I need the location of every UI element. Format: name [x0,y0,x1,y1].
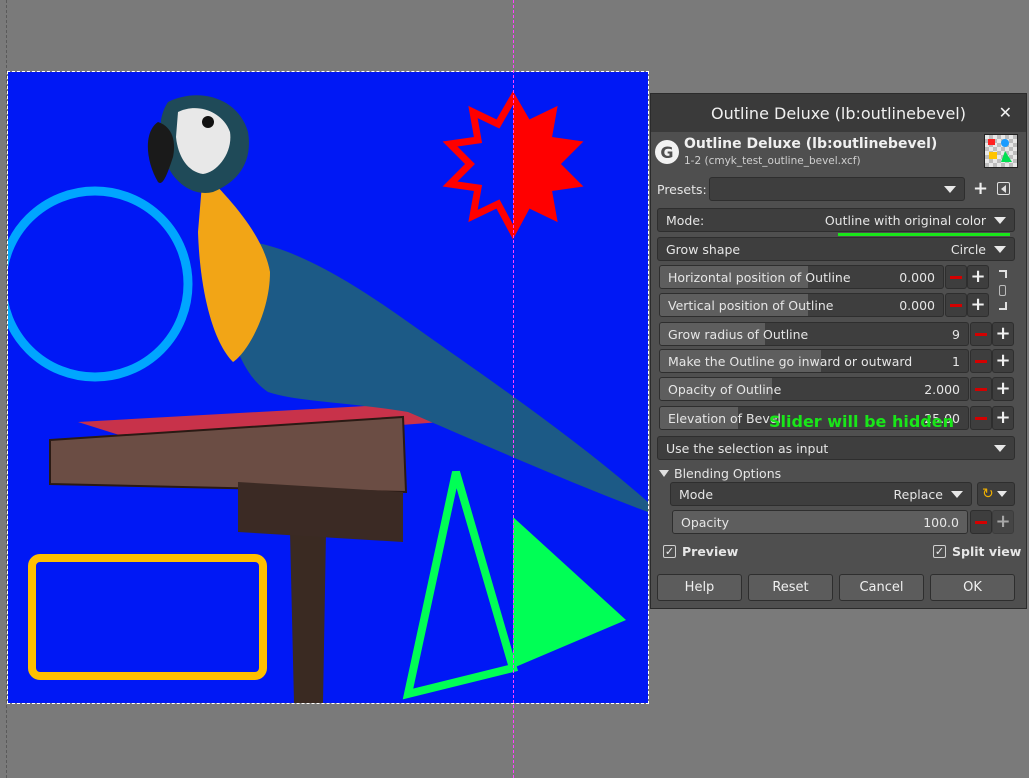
vertical-plus-button[interactable]: + [967,293,989,317]
dropdown-arrow-icon [994,444,1006,452]
split-view-label: Split view [952,544,1022,559]
minus-icon [975,387,987,391]
annotation-note: Slider will be hidden [769,412,954,431]
help-button[interactable]: Help [657,574,742,601]
selection-input-value: Use the selection as input [666,440,829,456]
blend-mode-value: Replace [893,486,943,502]
mode-combo[interactable]: Mode: Outline with original color [657,208,1015,232]
minus-icon [950,275,962,279]
yellow-rectangle-outline [28,554,267,680]
opacity-plus-button[interactable]: + [992,377,1014,401]
left-ruler-guide [0,0,7,778]
minus-icon [950,303,962,307]
vertical-position-slider[interactable]: Vertical position of Outline 0.000 [659,293,944,317]
reset-icon: ↻ [982,486,994,502]
minus-icon [975,359,987,363]
minus-icon [975,520,987,524]
green-triangle-outline [402,470,519,700]
perch-underside [238,482,403,542]
plus-icon: + [995,378,1011,399]
plus-icon: + [995,350,1011,371]
outline-deluxe-dialog: Outline Deluxe (lb:outlinebevel) ✕ G Out… [650,93,1027,609]
expander-triangle-icon [659,470,669,477]
red-star-filled [513,98,576,232]
save-preset-icon[interactable] [997,182,1010,195]
checkbox-icon: ✓ [934,545,945,558]
parrot-eye [202,116,214,128]
gimp-logo-icon: G [655,140,679,164]
inward-minus-button[interactable] [970,349,992,373]
elevation-minus-button[interactable] [970,406,992,430]
grow-radius-minus-button[interactable] [970,322,992,346]
inward-plus-button[interactable]: + [992,349,1014,373]
plus-icon: + [970,294,986,315]
plus-icon: + [970,266,986,287]
inward-outward-slider[interactable]: Make the Outline go inward or outward 1 [659,349,969,373]
filter-title: Outline Deluxe (lb:outlinebevel) [684,136,938,152]
blend-mode-combo[interactable]: Mode Replace [670,482,972,506]
horizontal-plus-button[interactable]: + [967,265,989,289]
canvas-artwork [8,90,648,703]
ok-button[interactable]: OK [930,574,1015,601]
elevation-plus-button[interactable]: + [992,406,1014,430]
plus-icon[interactable]: + [973,178,988,199]
dropdown-arrow-icon [994,245,1006,253]
presets-combo[interactable] [709,177,965,201]
perch-post [290,532,326,703]
annotation-underline [838,233,1010,236]
preview-checkbox[interactable]: ✓ [663,545,676,558]
plus-icon: + [995,407,1011,428]
dropdown-arrow-icon [951,490,963,498]
mode-value: Outline with original color [824,212,986,228]
blending-options-expander[interactable]: Blending Options [659,466,781,481]
blending-options-label: Blending Options [674,466,782,481]
layer-thumbnail [984,134,1018,168]
dropdown-arrow-icon [996,491,1007,497]
opacity-minus-button[interactable] [970,377,992,401]
dialog-title: Outline Deluxe (lb:outlinebevel) [711,103,966,123]
green-triangle-filled [513,517,626,668]
grow-shape-value: Circle [950,241,986,257]
cancel-button[interactable]: Cancel [839,574,924,601]
plus-icon: + [995,511,1011,532]
grow-shape-combo[interactable]: Grow shape Circle [657,237,1015,261]
vertical-minus-button[interactable] [945,293,967,317]
blend-opacity-slider[interactable]: Opacity 100.0 [672,510,968,534]
selection-input-combo[interactable]: Use the selection as input [657,436,1015,460]
checkbox-icon: ✓ [664,545,675,558]
dropdown-arrow-icon [944,185,956,193]
blue-circle-outline [8,186,193,382]
minus-icon [975,332,987,336]
grow-shape-label: Grow shape [666,241,741,257]
horizontal-position-slider[interactable]: Horizontal position of Outline 0.000 [659,265,944,289]
opacity-of-outline-slider[interactable]: Opacity of Outline 2.000 [659,377,969,401]
split-view-checkbox[interactable]: ✓ [933,545,946,558]
presets-label: Presets: [657,182,707,197]
plus-icon: + [995,323,1011,344]
grow-radius-slider[interactable]: Grow radius of Outline 9 [659,322,969,346]
blend-mode-reset-button[interactable]: ↻ [977,482,1015,506]
mode-label: Mode: [666,212,705,228]
dialog-titlebar[interactable]: Outline Deluxe (lb:outlinebevel) ✕ [651,94,1026,132]
close-icon[interactable]: ✕ [999,103,1012,122]
dialog-header: G Outline Deluxe (lb:outlinebevel) 1-2 (… [651,132,1026,174]
horizontal-minus-button[interactable] [945,265,967,289]
chain-link-icon[interactable] [999,270,1007,310]
preview-label: Preview [682,544,739,559]
image-subtitle: 1-2 (cmyk_test_outline_bevel.xcf) [684,155,861,167]
minus-icon [975,416,987,420]
blend-mode-label: Mode [679,486,714,502]
reset-button[interactable]: Reset [748,574,833,601]
image-canvas[interactable] [7,71,649,704]
dropdown-arrow-icon [994,216,1006,224]
vertical-guide[interactable] [513,0,514,778]
blend-opacity-minus-button[interactable] [970,510,992,534]
grow-radius-plus-button[interactable]: + [992,322,1014,346]
blend-opacity-plus-button[interactable]: + [992,510,1014,534]
